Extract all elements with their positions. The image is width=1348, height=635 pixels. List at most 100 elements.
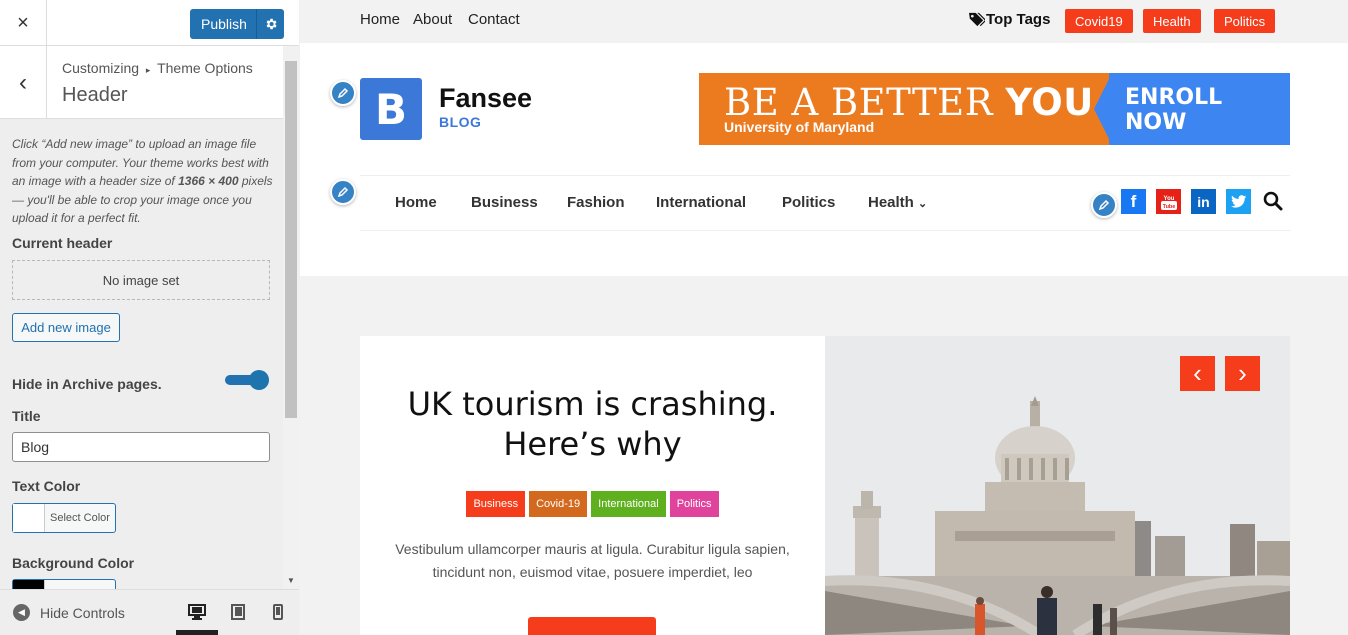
slide-image[interactable]: ‹ › (825, 336, 1290, 635)
top-tags-label: Top Tags (986, 11, 1051, 28)
section-header: ‹ Customizing ▸ Theme Options Header (0, 46, 283, 119)
scroll-down-icon[interactable]: ▼ (287, 576, 295, 585)
background-color-swatch (13, 580, 45, 589)
top-tag-politics[interactable]: Politics (1214, 9, 1276, 33)
main-navigation: Home Business Fashion International Poli… (360, 175, 1290, 231)
top-link-home[interactable]: Home (360, 11, 400, 28)
banner-headline: BE A BETTER YOU (724, 81, 1094, 124)
svg-text:Tube: Tube (1162, 204, 1175, 210)
edit-social-pencil-icon[interactable] (1091, 192, 1117, 218)
nav-international[interactable]: International (656, 194, 746, 211)
slide-excerpt: Vestibulum ullamcorper mauris at ligula.… (395, 541, 790, 580)
header-image-description: Click “Add new image” to upload an image… (12, 135, 274, 228)
customizer-footer: ◀ Hide Controls (0, 589, 299, 635)
edit-menu-pencil-icon[interactable] (330, 179, 356, 205)
tablet-preview-button[interactable] (228, 602, 248, 622)
close-customizer-button[interactable]: × (0, 0, 47, 46)
chevron-down-icon: ⌄ (918, 198, 928, 210)
nav-health[interactable]: Health ⌄ (868, 194, 927, 211)
desktop-icon (188, 604, 206, 620)
slider-prev-button[interactable]: ‹ (1180, 356, 1215, 391)
nav-fashion[interactable]: Fashion (567, 194, 625, 211)
top-tag-covid19[interactable]: Covid19 (1065, 9, 1133, 33)
desktop-active-indicator (176, 630, 218, 635)
section-title: Header (62, 84, 128, 106)
svg-text:You: You (1163, 196, 1174, 202)
nav-business[interactable]: Business (471, 194, 538, 211)
featured-slider: UK tourism is crashing. Here’s why Busin… (360, 336, 1290, 635)
banner-headline-light: BE A BETTER (724, 81, 1006, 124)
collapse-icon: ◀ (13, 604, 30, 621)
hide-archive-toggle[interactable] (225, 370, 270, 390)
background-color-label: Background Color (12, 555, 135, 571)
banner-subtitle: University of Maryland (724, 119, 875, 135)
publish-button[interactable]: Publish (190, 9, 284, 39)
select-color-label-bg (45, 580, 115, 589)
description-size: 1366 × 400 (178, 174, 239, 188)
youtube-icon[interactable]: You Tube (1156, 189, 1181, 214)
hide-controls-button[interactable]: ◀ Hide Controls (13, 604, 125, 621)
desktop-preview-button[interactable] (187, 602, 207, 622)
read-more-button[interactable] (528, 617, 656, 635)
st-pauls-photo (825, 336, 1290, 635)
hide-controls-label: Hide Controls (40, 604, 125, 621)
mobile-preview-button[interactable] (268, 602, 288, 622)
category-international[interactable]: International (591, 491, 666, 517)
breadcrumb-section: Theme Options (157, 60, 253, 76)
select-color-label: Select Color (50, 512, 110, 524)
add-new-image-button[interactable]: Add new image (12, 313, 120, 342)
chevron-right-icon: › (1238, 358, 1247, 388)
back-button[interactable]: ‹ (0, 46, 47, 119)
category-covid19[interactable]: Covid-19 (529, 491, 588, 517)
banner-headline-bold: YOU (1005, 81, 1094, 124)
hide-archive-label: Hide in Archive pages. (12, 376, 162, 392)
slider-next-button[interactable]: › (1225, 356, 1260, 391)
top-bar: Home About Contact Top Tags Covid19 Heal… (300, 0, 1348, 43)
breadcrumb: Customizing ▸ Theme Options (62, 60, 253, 76)
edit-logo-pencil-icon[interactable] (330, 80, 356, 106)
chevron-left-icon: ‹ (1193, 358, 1202, 388)
header-image-placeholder: No image set (12, 260, 270, 300)
site-logo[interactable]: B (360, 78, 422, 140)
customizer-header: × Publish (0, 0, 299, 46)
top-link-contact[interactable]: Contact (468, 11, 520, 28)
gear-icon[interactable] (257, 17, 284, 31)
scrollbar-thumb[interactable] (285, 61, 297, 418)
text-color-label: Text Color (12, 478, 81, 494)
facebook-icon[interactable]: f (1121, 189, 1146, 214)
slide-categories: Business Covid-19 International Politics (360, 491, 825, 517)
title-input[interactable]: Blog (12, 432, 270, 462)
site-preview: Home About Contact Top Tags Covid19 Heal… (300, 0, 1348, 635)
background-color-picker[interactable] (12, 579, 116, 589)
top-tag-health[interactable]: Health (1143, 9, 1201, 33)
nav-politics[interactable]: Politics (782, 194, 835, 211)
banner-cta-line1: ENROLL (1125, 85, 1223, 110)
banner-arrow (1094, 73, 1112, 145)
search-icon[interactable] (1263, 191, 1285, 213)
slide-content: UK tourism is crashing. Here’s why Busin… (360, 336, 825, 635)
top-link-about[interactable]: About (413, 11, 452, 28)
current-header-label: Current header (12, 235, 113, 251)
site-tagline: BLOG (439, 114, 482, 130)
nav-home[interactable]: Home (395, 194, 437, 211)
nav-health-label: Health (868, 194, 914, 211)
advertisement-banner[interactable]: BE A BETTER YOU University of Maryland E… (699, 73, 1290, 145)
breadcrumb-root: Customizing (62, 60, 140, 76)
mobile-icon (273, 604, 283, 620)
site-name[interactable]: Fansee (439, 83, 532, 114)
sidebar-scrollbar[interactable]: ▼ (283, 46, 299, 589)
category-business[interactable]: Business (466, 491, 526, 517)
breadcrumb-separator-icon: ▸ (145, 65, 151, 75)
text-color-swatch (13, 504, 45, 532)
text-color-picker[interactable]: Select Color (12, 503, 116, 533)
top-tags-heading: Top Tags (968, 11, 1050, 28)
twitter-icon[interactable] (1226, 189, 1251, 214)
customizer-sidebar: × Publish ‹ Customizing ▸ Theme Options … (0, 0, 299, 635)
banner-cta: ENROLL NOW (1125, 85, 1222, 135)
title-label: Title (12, 408, 41, 424)
linkedin-icon[interactable]: in (1191, 189, 1216, 214)
publish-label: Publish (201, 16, 247, 32)
slide-title[interactable]: UK tourism is crashing. Here’s why (380, 384, 805, 464)
category-politics[interactable]: Politics (669, 491, 719, 517)
controls-panel: Click “Add new image” to upload an image… (0, 119, 283, 589)
